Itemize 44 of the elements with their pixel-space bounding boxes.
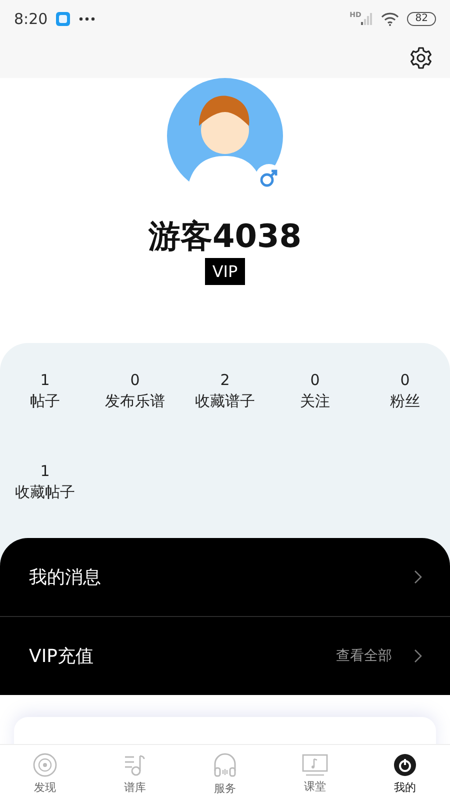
stat-label[interactable]: 粉丝	[390, 391, 420, 412]
stat-label[interactable]: 收藏帖子	[15, 482, 75, 503]
menu-row[interactable]: 我的消息	[0, 538, 450, 617]
chevron-icon	[414, 570, 422, 584]
stat-label[interactable]: 关注	[300, 391, 330, 412]
chevron-icon	[414, 649, 422, 663]
menu-row[interactable]: VIP充值 查看全部	[0, 617, 450, 695]
menu-value: 查看全部	[336, 647, 392, 665]
signal-icon	[361, 13, 374, 25]
menu-title: VIP充值	[29, 645, 94, 668]
wifi-icon	[381, 12, 400, 26]
tab-label: 发现	[34, 780, 56, 794]
monitor-icon	[302, 754, 328, 776]
stat-label[interactable]: 收藏谱子	[195, 391, 255, 412]
stat-count[interactable]: 0	[400, 370, 410, 391]
tab-label: 服务	[214, 780, 236, 796]
stat-label[interactable]: 帖子	[30, 391, 60, 412]
app-icon	[56, 12, 70, 26]
tab[interactable]: 服务	[180, 745, 270, 800]
stat-count[interactable]: 1	[40, 370, 50, 391]
tab[interactable]: 发现	[0, 745, 90, 800]
stat-count[interactable]: 0	[130, 370, 140, 391]
tab[interactable]: 课堂	[270, 745, 360, 800]
avatar[interactable]	[167, 78, 283, 194]
tab-label: 我的	[394, 780, 416, 794]
disc-icon	[33, 752, 57, 776]
stat-count[interactable]: 0	[310, 370, 320, 391]
stat-count[interactable]: 2	[220, 370, 230, 391]
stat-label[interactable]: 发布乐谱	[105, 391, 165, 412]
tab-label: 课堂	[304, 778, 326, 794]
stat-count[interactable]: 1	[40, 461, 50, 482]
more-icon	[78, 17, 95, 21]
tab[interactable]: 我的	[360, 745, 450, 800]
battery-indicator: 82	[407, 12, 436, 26]
music-note-icon	[123, 752, 147, 776]
status-time: 8:20	[14, 10, 48, 28]
user-name: 游客4038	[148, 216, 302, 256]
tab-label: 谱库	[124, 780, 146, 794]
tab[interactable]: 谱库	[90, 745, 180, 800]
headphones-icon	[213, 752, 237, 778]
settings-icon[interactable]	[409, 46, 433, 70]
profile-icon	[393, 752, 417, 776]
vip-badge: VIP	[205, 258, 245, 285]
menu-title: 我的消息	[29, 566, 102, 589]
